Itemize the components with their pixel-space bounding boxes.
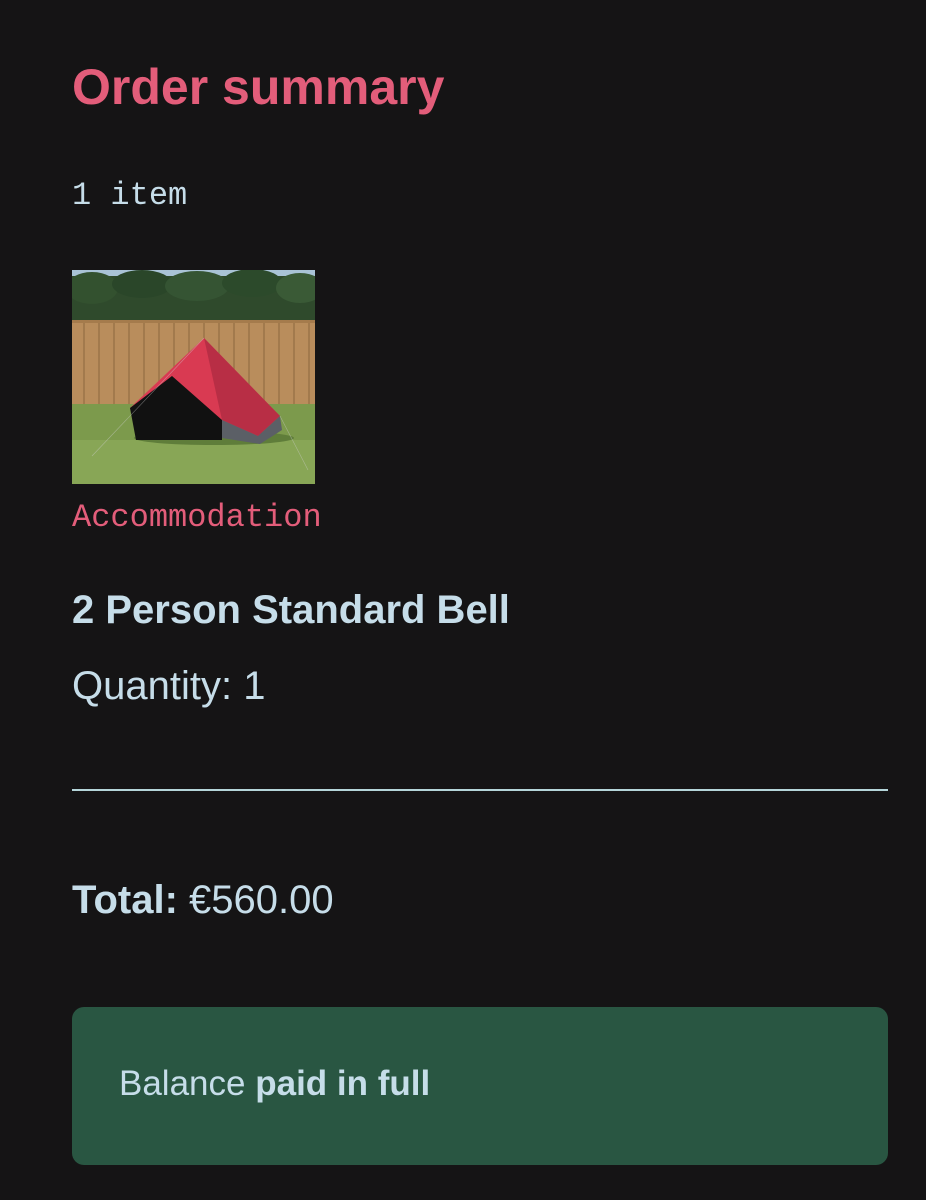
item-quantity: Quantity: 1	[72, 664, 266, 708]
total-label: Total:	[72, 878, 178, 922]
status-emphasis: paid in full	[255, 1064, 431, 1103]
item-category: Accommodation	[72, 499, 322, 536]
product-name: 2 Person Standard Bell	[72, 588, 510, 632]
divider	[72, 789, 888, 791]
page-title: Order summary	[72, 59, 445, 115]
product-image	[72, 270, 315, 484]
total-value: €560.00	[189, 878, 334, 922]
payment-status-text: Balance paid in full	[119, 1062, 430, 1106]
item-count: 1 item	[72, 177, 188, 214]
payment-status-banner: Balance paid in full	[72, 1007, 888, 1165]
order-total: Total: €560.00	[72, 874, 334, 926]
status-prefix: Balance	[119, 1064, 246, 1103]
